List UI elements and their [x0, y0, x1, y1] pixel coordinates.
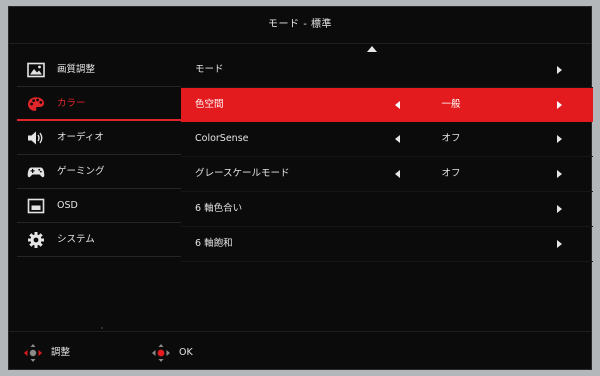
dpad-center-icon [152, 344, 170, 362]
footer-adjust-hint: 調整 [23, 341, 93, 365]
sidebar-item-picture[interactable]: 画質調整 [17, 53, 181, 87]
footer-ok-hint: OK [151, 341, 221, 365]
osd-menu: モード - 標準 画質調整 カラー オーディオ ゲーミング OSD システム モ… [8, 6, 593, 370]
sidebar-item-label: カラー [57, 98, 86, 109]
arrow-left-icon[interactable] [395, 170, 400, 178]
setting-value: オフ [441, 168, 461, 179]
arrow-left-icon[interactable] [395, 101, 400, 109]
setting-value: 一般 [441, 99, 461, 110]
menu-title: モード - 標準 [268, 19, 332, 30]
footer-ok-label: OK [179, 347, 193, 358]
palette-icon [28, 97, 44, 111]
sidebar-item-gaming[interactable]: ゲーミング [17, 155, 181, 189]
setting-row-grayscale-mode[interactable]: グレースケールモード オフ [181, 157, 593, 192]
setting-label: モード [195, 64, 224, 75]
setting-label: 6 軸色合い [195, 203, 243, 214]
arrow-right-icon[interactable] [557, 170, 562, 178]
sidebar-item-audio[interactable]: オーディオ [17, 121, 181, 155]
scroll-up-icon[interactable] [367, 46, 377, 52]
sidebar-item-label: OSD [57, 200, 78, 211]
picture-icon [27, 62, 45, 78]
arrow-right-icon[interactable] [557, 135, 562, 143]
sidebar-item-label: システム [57, 234, 95, 245]
gamepad-icon [27, 167, 45, 178]
setting-row-colorsense[interactable]: ColorSense オフ [181, 122, 593, 157]
setting-label: 6 軸飽和 [195, 238, 233, 249]
sidebar-item-osd[interactable]: OSD [17, 189, 181, 223]
setting-label: 色空間 [195, 99, 224, 110]
settings-list: モード 色空間 一般 ColorSense オフ グレースケールモード オフ 6… [181, 53, 593, 262]
osd-window-icon [27, 198, 45, 214]
dpad-left-right-icon [24, 344, 42, 362]
sidebar-item-system[interactable]: システム [17, 223, 181, 257]
sidebar-item-label: オーディオ [57, 132, 104, 143]
speaker-icon [28, 131, 43, 145]
sidebar-item-color[interactable]: カラー [17, 87, 181, 121]
arrow-right-icon[interactable] [557, 205, 562, 213]
setting-value: オフ [441, 133, 461, 144]
setting-row-6axis-saturation[interactable]: 6 軸飽和 [181, 227, 593, 262]
arrow-right-icon[interactable] [557, 66, 562, 74]
footer-divider [9, 331, 591, 332]
title-divider [9, 43, 591, 44]
setting-label: ColorSense [195, 133, 249, 144]
setting-row-color-space[interactable]: 色空間 一般 [181, 88, 593, 122]
sidebar: 画質調整 カラー オーディオ ゲーミング OSD システム [17, 53, 181, 257]
setting-row-6axis-hue[interactable]: 6 軸色合い [181, 192, 593, 227]
footer-adjust-label: 調整 [51, 347, 71, 358]
sidebar-item-label: ゲーミング [57, 166, 105, 177]
arrow-right-icon[interactable] [557, 101, 562, 109]
arrow-right-icon[interactable] [557, 240, 562, 248]
setting-label: グレースケールモード [195, 168, 290, 179]
divider-dot [101, 327, 103, 329]
monitor-bezel: モード - 標準 画質調整 カラー オーディオ ゲーミング OSD システム モ… [0, 0, 600, 376]
setting-row-mode[interactable]: モード [181, 53, 593, 88]
sidebar-item-label: 画質調整 [57, 64, 96, 75]
gear-icon [28, 232, 44, 248]
arrow-left-icon[interactable] [395, 135, 400, 143]
